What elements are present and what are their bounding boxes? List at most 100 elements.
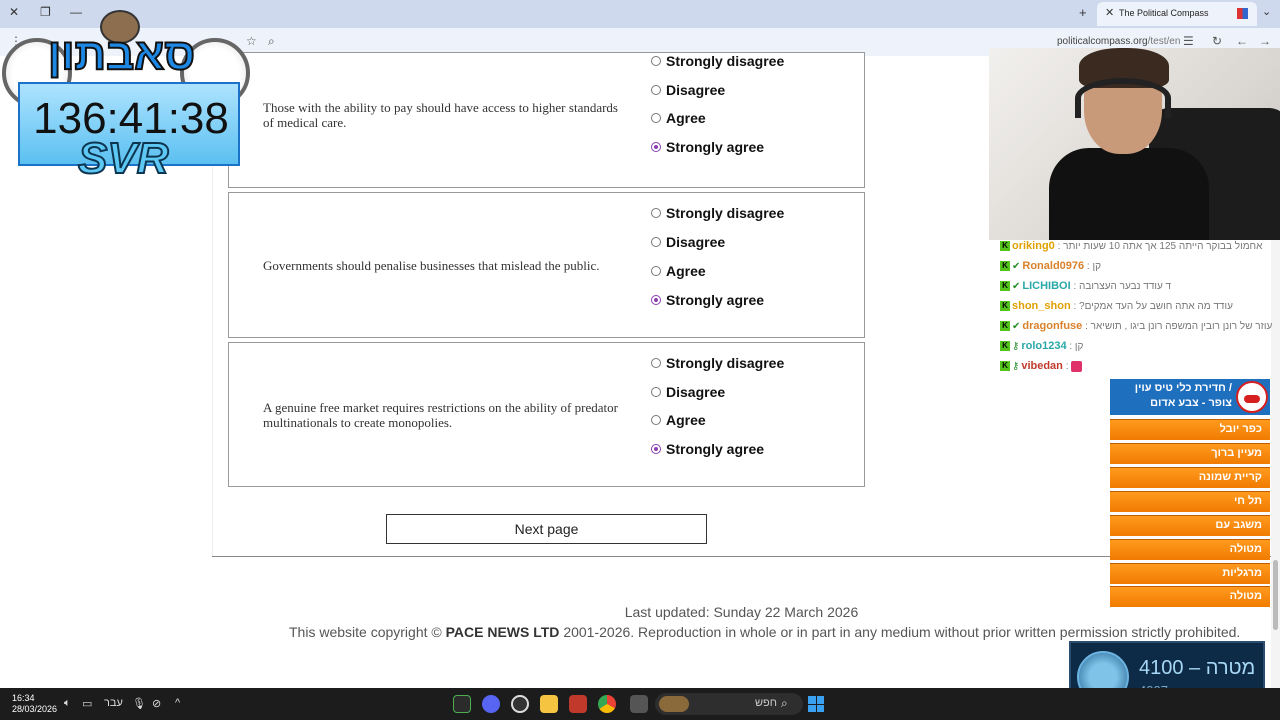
red-alert-panel: חדירת כלי טיס עוין / צופר - צבע אדום כפר… <box>1110 379 1270 609</box>
key-icon: ⚷ <box>1012 341 1020 352</box>
option-label: Strongly disagree <box>666 53 785 69</box>
chat-username: oriking0 <box>1012 240 1055 252</box>
kick-badge-icon: K <box>1000 361 1010 372</box>
url-host: politicalcompass.org <box>1057 36 1148 47</box>
home-front-command-icon <box>1236 381 1268 413</box>
tab-search-chevron-icon[interactable]: ⌄ <box>1262 5 1271 18</box>
chat-username: rolo1234 <box>1021 340 1067 352</box>
new-tab-button[interactable]: + <box>1079 5 1087 20</box>
copyright-suffix: 2001-2026. Reproduction in whole or in p… <box>563 624 1241 640</box>
chat-username: shon_shon <box>1012 300 1071 312</box>
radio-button[interactable] <box>651 237 661 247</box>
option-disagree[interactable]: Disagree <box>651 232 725 252</box>
alert-city: תל חי <box>1110 491 1270 512</box>
radio-button[interactable] <box>651 208 661 218</box>
radio-button[interactable] <box>651 358 661 368</box>
windows-start-icon[interactable] <box>808 696 824 712</box>
radio-button[interactable] <box>651 415 661 425</box>
streamer-body <box>1049 148 1209 240</box>
alert-city: כפר יובל <box>1110 419 1270 440</box>
tab-political-compass[interactable]: ✕ The Political Compass <box>1097 2 1257 26</box>
microphone-icon[interactable]: 🎙︎ <box>132 697 146 710</box>
radio-button-selected[interactable] <box>651 295 661 305</box>
radio-button-selected[interactable] <box>651 444 661 454</box>
radio-button[interactable] <box>651 387 661 397</box>
reload-icon[interactable]: ↻ <box>1212 34 1222 48</box>
option-agree[interactable]: Agree <box>651 410 706 430</box>
verified-check-icon: ✔ <box>1012 261 1021 272</box>
site-settings-icon[interactable]: ☰ <box>1183 34 1194 48</box>
verified-check-icon: ✔ <box>1012 281 1021 292</box>
option-strongly-disagree[interactable]: Strongly disagree <box>651 353 784 373</box>
chat-message: K ⚷ rolo1234 : קן <box>1000 340 1280 360</box>
network-icon[interactable]: ▭ <box>82 697 92 710</box>
alert-city: מטולה <box>1110 586 1270 607</box>
emote-icon <box>1071 360 1083 372</box>
chat-text: : קן <box>1069 341 1084 352</box>
back-icon[interactable]: → <box>1259 34 1271 48</box>
chrome-app-icon[interactable] <box>598 695 616 713</box>
kick-badge-icon: K <box>1000 281 1010 292</box>
volume-icon[interactable]: 🔈︎ <box>64 697 71 710</box>
chat-text: : <box>1065 361 1069 372</box>
recorder-app-icon[interactable] <box>569 695 587 713</box>
question-text: Governments should penalise businesses t… <box>263 258 600 273</box>
radio-button[interactable] <box>651 85 661 95</box>
chat-username: vibedan <box>1021 360 1063 372</box>
search-highlight-icon <box>659 696 689 712</box>
chat-message: K ✔ LICHIBOI : ד עודד נבער העצרובה <box>1000 280 1280 300</box>
alert-city: משגב עם <box>1110 515 1270 536</box>
tray-chevron-icon[interactable]: ^ <box>175 697 180 709</box>
chat-message: K ✔ dragonfuse : עוזר של רונן רובין המשפה … <box>1000 320 1280 340</box>
terminal-app-icon[interactable] <box>453 695 471 713</box>
alert-header-line: חדירת כלי טיס עוין / <box>1134 382 1232 394</box>
chat-username: dragonfuse <box>1022 320 1083 332</box>
camera-off-icon[interactable]: ⊘ <box>152 697 161 710</box>
radio-button-selected[interactable] <box>651 142 661 152</box>
language-indicator[interactable]: עבר <box>104 697 123 709</box>
option-label: Disagree <box>666 82 726 98</box>
alert-city: מטולה <box>1110 539 1270 560</box>
radio-button[interactable] <box>651 266 661 276</box>
taskbar-clock[interactable]: 16:34 28/03/2026 <box>12 693 57 715</box>
next-page-button[interactable]: Next page <box>386 514 707 544</box>
taskbar-search[interactable]: חפש ⌕ <box>655 693 803 715</box>
question-box: Those with the ability to pay should hav… <box>228 52 865 188</box>
option-label: Disagree <box>666 234 726 250</box>
chat-username: LICHIBOI <box>1022 280 1071 292</box>
scrollbar-thumb[interactable] <box>1273 560 1278 630</box>
question-text: Those with the ability to pay should hav… <box>263 100 618 130</box>
alert-city: מעיין ברוך <box>1110 443 1270 464</box>
option-strongly-agree[interactable]: Strongly agree <box>651 137 764 157</box>
option-label: Strongly disagree <box>666 205 785 221</box>
file-explorer-icon[interactable] <box>540 695 558 713</box>
radio-button[interactable] <box>651 113 661 123</box>
zoom-icon[interactable]: ⌕ <box>268 34 275 49</box>
option-strongly-disagree[interactable]: Strongly disagree <box>651 203 784 223</box>
option-strongly-disagree[interactable]: Strongly disagree <box>651 51 784 71</box>
radio-button[interactable] <box>651 56 661 66</box>
option-agree[interactable]: Agree <box>651 261 706 281</box>
media-player-icon[interactable] <box>511 695 529 713</box>
option-disagree[interactable]: Disagree <box>651 382 725 402</box>
company-name: PACE NEWS LTD <box>445 624 560 640</box>
option-strongly-agree[interactable]: Strongly agree <box>651 290 764 310</box>
forward-icon[interactable]: ← <box>1236 34 1248 48</box>
tab-title: The Political Compass <box>1119 8 1209 18</box>
option-agree[interactable]: Agree <box>651 108 706 128</box>
screen: ✕ ❐ — + ✕ The Political Compass ⌄ ⋮ ☆ ⌕ … <box>0 0 1280 720</box>
tab-close-icon[interactable]: ✕ <box>1105 6 1114 19</box>
chat-username: Ronald0976 <box>1022 260 1085 272</box>
option-label: Strongly agree <box>666 139 765 155</box>
chat-message: Kshon_shon : ?עודד מה אתה חושב על העד אמ… <box>1000 300 1280 320</box>
overlay-label: SVR <box>77 133 169 184</box>
task-view-icon[interactable] <box>630 695 648 713</box>
option-strongly-agree[interactable]: Strongly agree <box>651 439 764 459</box>
copyright-text: This website copyright © PACE NEWS LTD 2… <box>289 624 1240 640</box>
discord-app-icon[interactable] <box>482 695 500 713</box>
option-label: Agree <box>666 110 706 126</box>
tab-favicon-icon <box>1237 8 1248 19</box>
taskbar: 16:34 28/03/2026 🔈︎ ▭ עבר 🎙︎ ⊘ ^ חפש ⌕ <box>0 688 1280 720</box>
url-field[interactable]: politicalcompass.org/test/en <box>1057 36 1180 47</box>
option-disagree[interactable]: Disagree <box>651 80 725 100</box>
